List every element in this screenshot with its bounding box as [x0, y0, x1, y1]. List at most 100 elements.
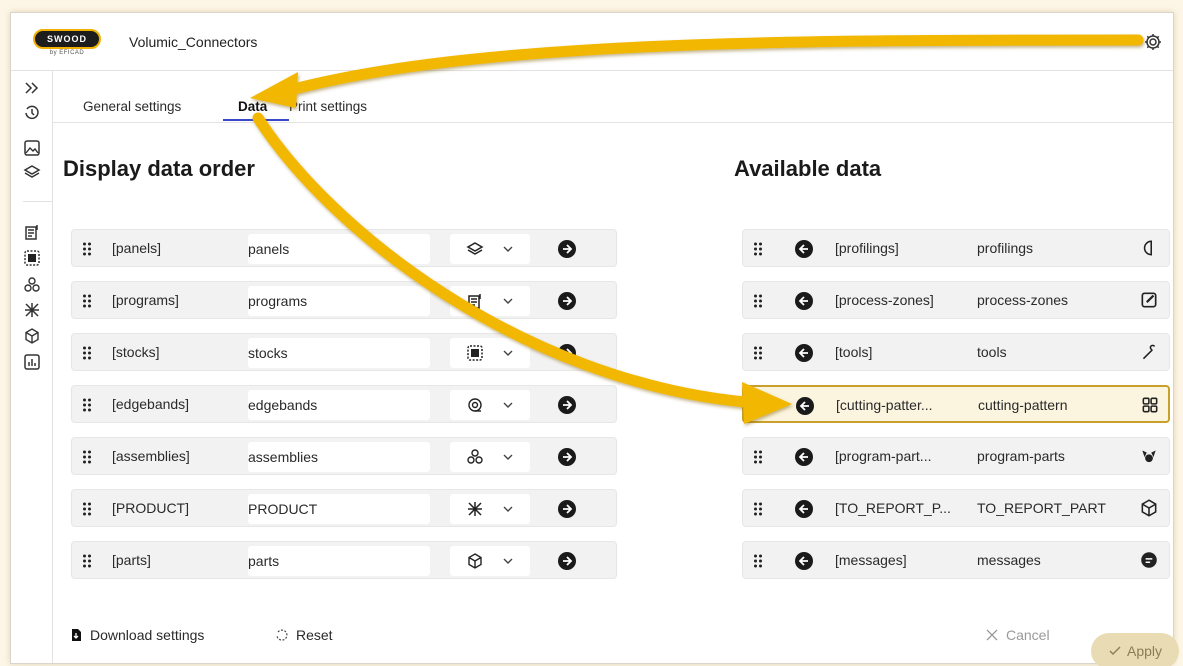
program-parts-icon — [1142, 450, 1156, 463]
available-data-title: Available data — [734, 156, 882, 181]
data-label-value: cutting-pattern — [978, 397, 1068, 413]
tab-general-settings[interactable]: General settings — [83, 99, 181, 114]
reset-icon — [276, 629, 288, 641]
data-label-input[interactable]: edgebands — [248, 390, 430, 420]
move-right-icon[interactable] — [558, 500, 576, 518]
data-key: [parts] — [112, 552, 151, 568]
drag-handle-icon[interactable] — [82, 501, 92, 517]
drag-handle-icon[interactable] — [82, 397, 92, 413]
display-data-row[interactable]: [parts] parts — [71, 541, 617, 579]
download-icon — [72, 629, 81, 641]
icon-select[interactable] — [450, 286, 530, 316]
data-label-value: TO_REPORT_PART — [977, 500, 1106, 516]
available-data-row[interactable]: [profilings] profilings — [742, 229, 1170, 267]
move-right-icon[interactable] — [558, 240, 576, 258]
move-left-icon[interactable] — [795, 500, 813, 518]
display-data-row[interactable]: [assemblies] assemblies — [71, 437, 617, 475]
icon-select[interactable] — [450, 494, 530, 524]
stock-icon[interactable] — [23, 249, 41, 267]
image-icon[interactable] — [23, 139, 41, 157]
cube-icon[interactable] — [23, 327, 41, 345]
expand-icon[interactable] — [23, 79, 41, 97]
tab-print-settings[interactable]: Print settings — [289, 99, 367, 114]
available-data-row[interactable]: [messages] messages — [742, 541, 1170, 579]
cancel-button[interactable]: Cancel — [985, 627, 1050, 643]
reset-label: Reset — [296, 627, 333, 643]
gear-icon[interactable] — [1143, 32, 1163, 52]
data-key: [edgebands] — [112, 396, 190, 412]
drag-handle-icon[interactable] — [753, 293, 763, 309]
grid-icon — [1142, 397, 1158, 413]
icon-select[interactable] — [450, 234, 530, 264]
data-label-input[interactable]: assemblies — [248, 442, 430, 472]
layers-icon[interactable] — [23, 163, 41, 181]
icon-select[interactable] — [450, 338, 530, 368]
drag-handle-icon[interactable] — [753, 241, 763, 257]
drag-handle-icon[interactable] — [753, 449, 763, 465]
move-right-icon[interactable] — [558, 396, 576, 414]
display-data-row[interactable]: [edgebands] edgebands — [71, 385, 617, 423]
available-data-row[interactable]: [TO_REPORT_P... TO_REPORT_PART — [742, 489, 1170, 527]
message-icon — [1141, 552, 1157, 568]
drag-handle-icon[interactable] — [82, 293, 92, 309]
move-right-icon[interactable] — [558, 344, 576, 362]
icon-select[interactable] — [450, 442, 530, 472]
display-data-row[interactable]: [PRODUCT] PRODUCT — [71, 489, 617, 527]
move-left-icon[interactable] — [795, 240, 813, 258]
drag-handle-icon[interactable] — [754, 398, 764, 414]
icon-select[interactable] — [450, 546, 530, 576]
edgeband-icon — [468, 398, 482, 412]
data-label-input[interactable]: stocks — [248, 338, 430, 368]
move-right-icon[interactable] — [558, 292, 576, 310]
data-label-input[interactable]: programs — [248, 286, 430, 316]
tab-data[interactable]: Data — [238, 99, 267, 114]
move-left-icon[interactable] — [795, 448, 813, 466]
move-right-icon[interactable] — [558, 552, 576, 570]
document-icon[interactable] — [23, 223, 41, 241]
drag-handle-icon[interactable] — [82, 553, 92, 569]
available-data-row-highlighted[interactable]: [cutting-patter... cutting-pattern — [742, 385, 1170, 423]
check-icon — [1109, 646, 1121, 655]
data-label-input[interactable]: parts — [248, 546, 430, 576]
reset-button[interactable]: Reset — [275, 627, 333, 643]
move-left-icon[interactable] — [796, 397, 814, 415]
report-icon[interactable] — [23, 353, 41, 371]
product-icon[interactable] — [23, 301, 41, 319]
sidebar — [11, 71, 53, 663]
data-key: [messages] — [835, 552, 907, 568]
display-data-row[interactable]: [panels] panels — [71, 229, 617, 267]
data-label-input[interactable]: PRODUCT — [248, 494, 430, 524]
available-data-row[interactable]: [program-part... program-parts — [742, 437, 1170, 475]
drag-handle-icon[interactable] — [753, 501, 763, 517]
icon-select[interactable] — [450, 390, 530, 420]
available-data-row[interactable]: [tools] tools — [742, 333, 1170, 371]
assembly-icon[interactable] — [23, 276, 41, 294]
data-label-value: programs — [248, 293, 308, 309]
data-label-value: stocks — [248, 345, 288, 361]
drag-handle-icon[interactable] — [82, 241, 92, 257]
drag-handle-icon[interactable] — [82, 449, 92, 465]
data-label-input[interactable]: panels — [248, 234, 430, 264]
data-key: [tools] — [835, 344, 873, 360]
profiling-icon — [1143, 240, 1152, 256]
move-left-icon[interactable] — [795, 344, 813, 362]
tool-icon — [1142, 344, 1156, 360]
display-data-row[interactable]: [stocks] stocks — [71, 333, 617, 371]
display-data-row[interactable]: [programs] programs — [71, 281, 617, 319]
app-window: SWOOD by EFICAD Volumic_Connectors Gener… — [10, 12, 1179, 666]
drag-handle-icon[interactable] — [753, 345, 763, 361]
data-key: [stocks] — [112, 344, 160, 360]
move-right-icon[interactable] — [558, 448, 576, 466]
move-left-icon[interactable] — [795, 292, 813, 310]
download-settings-button[interactable]: Download settings — [69, 627, 204, 643]
drag-handle-icon[interactable] — [753, 553, 763, 569]
data-label-value: PRODUCT — [248, 501, 318, 517]
available-data-row[interactable]: [process-zones] process-zones — [742, 281, 1170, 319]
apply-button[interactable]: Apply — [1091, 633, 1179, 666]
chevron-down-icon — [503, 246, 513, 252]
move-left-icon[interactable] — [795, 552, 813, 570]
edit-icon — [1141, 292, 1157, 308]
history-icon[interactable] — [23, 103, 41, 121]
stock-icon — [467, 345, 483, 361]
drag-handle-icon[interactable] — [82, 345, 92, 361]
